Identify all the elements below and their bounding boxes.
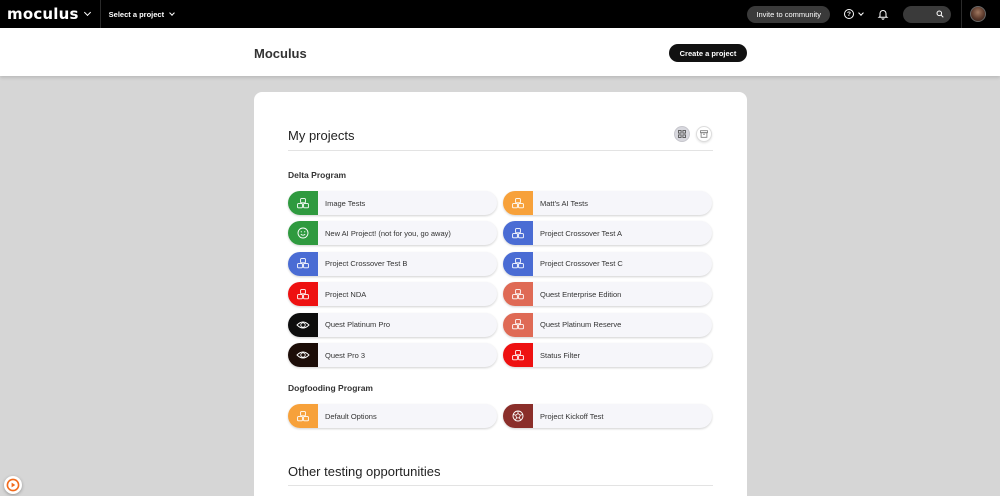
project-selector[interactable]: Select a project	[108, 9, 175, 19]
cubes-icon	[288, 191, 318, 215]
page-header: Moculus Create a project	[0, 28, 1000, 76]
ball-icon	[503, 404, 533, 428]
play-logo-icon	[6, 478, 20, 492]
title-divider	[288, 150, 713, 151]
project-item[interactable]: Quest Platinum Reserve	[503, 312, 712, 337]
project-label: Project Crossover Test A	[540, 228, 622, 238]
project-label: Project Crossover Test C	[540, 259, 623, 269]
section-title: Delta Program	[288, 170, 347, 180]
logo: moculus	[7, 5, 79, 23]
section-title: Dogfooding Program	[288, 383, 373, 393]
top-navigation-bar: moculus Select a project Invite to commu…	[0, 0, 1000, 28]
cubes-icon	[503, 191, 533, 215]
project-item[interactable]: Project Crossover Test C	[503, 251, 712, 276]
page-title: Moculus	[254, 46, 307, 61]
help-menu[interactable]: ?	[844, 9, 864, 19]
invite-to-community-button[interactable]: Invite to community	[747, 5, 830, 23]
search-icon	[936, 10, 944, 18]
eye-icon	[288, 312, 318, 337]
cubes-icon	[288, 282, 318, 307]
project-item[interactable]: Matt's AI Tests	[503, 191, 712, 215]
project-label: Default Options	[325, 411, 377, 421]
project-item[interactable]: Project NDA	[288, 282, 497, 307]
project-label: Image Tests	[325, 198, 366, 208]
cubes-icon	[503, 251, 533, 276]
logo-menu[interactable]: moculus	[0, 0, 101, 28]
project-label: Quest Enterprise Edition	[540, 289, 622, 299]
help-icon: ?	[844, 9, 854, 19]
project-label: Quest Platinum Reserve	[540, 320, 622, 330]
cubes-icon	[288, 251, 318, 276]
create-project-button[interactable]: Create a project	[669, 44, 747, 62]
project-item[interactable]: Status Filter	[503, 343, 712, 367]
project-label: Quest Platinum Pro	[325, 320, 391, 330]
my-projects-title: My projects	[288, 128, 355, 143]
other-divider	[288, 485, 713, 486]
user-menu[interactable]	[961, 0, 1000, 28]
project-item[interactable]: Image Tests	[288, 191, 497, 215]
project-label: Project Kickoff Test	[540, 411, 604, 421]
project-label: Project NDA	[325, 289, 367, 299]
project-selector-label: Select a project	[108, 9, 165, 19]
eye-icon	[288, 343, 318, 367]
chevron-down-icon	[858, 9, 864, 16]
cubes-icon	[503, 312, 533, 337]
cubes-icon	[503, 221, 533, 246]
project-item[interactable]: Default Options	[288, 404, 497, 428]
project-item[interactable]: New AI Project! (not for you, go away)	[288, 221, 497, 246]
project-label: Project Crossover Test B	[325, 259, 408, 269]
project-item[interactable]: Quest Platinum Pro	[288, 312, 497, 337]
project-item[interactable]: Project Crossover Test B	[288, 251, 497, 276]
chevron-down-icon	[169, 9, 175, 16]
project-label: Matt's AI Tests	[540, 198, 588, 208]
other-testing-title: Other testing opportunities	[288, 464, 441, 479]
project-item[interactable]: Quest Enterprise Edition	[503, 282, 712, 307]
search-input[interactable]	[903, 5, 951, 23]
projects-card: My projects Delta Program Dogfooding Pro…	[254, 92, 747, 496]
avatar	[970, 6, 986, 22]
grid-view-icon	[678, 130, 686, 138]
archive-icon	[700, 130, 708, 138]
project-label: Status Filter	[540, 350, 581, 360]
chevron-down-icon	[83, 8, 91, 17]
bell-icon[interactable]	[877, 8, 889, 20]
cubes-icon	[503, 343, 533, 367]
smiley-icon	[288, 221, 318, 246]
cubes-icon	[288, 404, 318, 428]
grid-view-button[interactable]	[674, 126, 690, 142]
list-view-button[interactable]	[696, 126, 712, 142]
cubes-icon	[503, 282, 533, 307]
project-label: Quest Pro 3	[325, 350, 366, 360]
assistant-button[interactable]	[4, 476, 22, 494]
project-item[interactable]: Quest Pro 3	[288, 343, 497, 367]
project-item[interactable]: Project Kickoff Test	[503, 404, 712, 428]
project-item[interactable]: Project Crossover Test A	[503, 221, 712, 246]
project-label: New AI Project! (not for you, go away)	[325, 228, 451, 238]
